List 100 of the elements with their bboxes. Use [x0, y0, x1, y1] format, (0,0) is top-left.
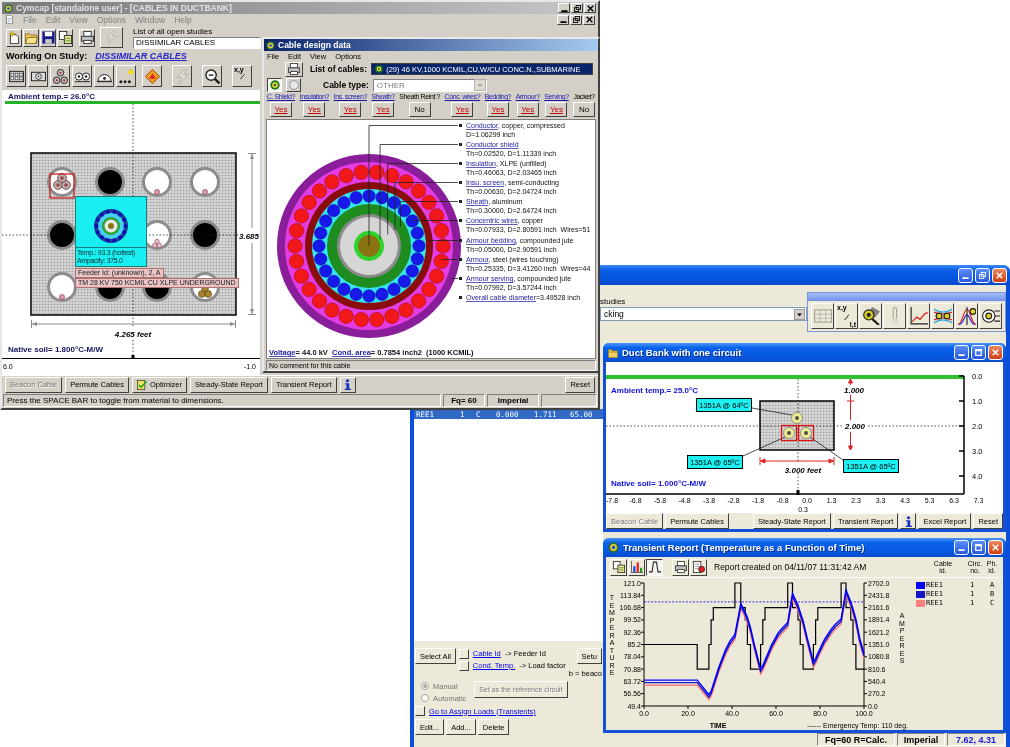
ring-icon — [266, 40, 275, 50]
print-button[interactable] — [672, 558, 689, 576]
slash-icon — [239, 74, 245, 80]
units-status: Imperial — [487, 394, 539, 407]
zoom-button[interactable] — [202, 65, 222, 87]
study-field[interactable]: DISSIMILAR CABLES — [133, 36, 261, 49]
component-toggle[interactable]: Yes — [303, 102, 326, 117]
ambient-temperature: Ambient temp.= 26.0°C — [8, 92, 95, 101]
print-button[interactable] — [285, 61, 303, 77]
warning-button[interactable] — [142, 65, 162, 87]
minimize-button[interactable] — [558, 3, 570, 13]
armour-wire — [398, 174, 414, 190]
distribution-button[interactable] — [955, 303, 978, 329]
field-lines-button[interactable] — [931, 303, 954, 329]
pulse-icon — [648, 561, 661, 573]
view-toggle[interactable] — [267, 78, 282, 92]
restore-button[interactable] — [571, 3, 583, 13]
cursor-coordinates: 7.62, 4.31 — [947, 733, 1005, 746]
new-button[interactable] — [6, 28, 22, 47]
cable-magnifier-icon — [861, 307, 880, 325]
component-toggle[interactable]: Yes — [339, 102, 362, 117]
window-title: Duct Bank with one circuit — [622, 347, 742, 358]
line-chart-icon — [909, 307, 928, 325]
bars-button[interactable] — [628, 558, 645, 576]
concentric-wire — [319, 214, 333, 228]
probe-button[interactable] — [859, 303, 882, 329]
frequency-status: Fq= 60 — [443, 394, 485, 407]
toggle-button[interactable] — [458, 660, 469, 671]
concentric-wire — [410, 226, 424, 240]
restore-button[interactable] — [570, 14, 582, 25]
ambient-temperature: Ambient temp.= 25.0°C — [611, 386, 698, 395]
print-button[interactable] — [79, 28, 95, 47]
component-toggle[interactable]: Yes — [269, 102, 292, 117]
armour-wire — [353, 164, 369, 180]
close-icon — [586, 4, 594, 12]
caret-icon — [473, 79, 486, 91]
lightning-icon — [174, 68, 190, 84]
list-label: List of cables: — [310, 64, 368, 74]
pair-button[interactable] — [72, 65, 92, 87]
study-dropdown[interactable]: cking — [600, 307, 807, 321]
copy-button[interactable] — [610, 558, 627, 576]
study-link[interactable]: DISSIMILAR CABLES — [95, 51, 187, 61]
component-toggle[interactable]: Yes — [372, 102, 395, 117]
toggle-button[interactable] — [415, 706, 425, 716]
armour-wire — [421, 282, 437, 297]
leader-line — [809, 436, 844, 461]
component-toggle[interactable]: Yes — [516, 102, 539, 117]
bullet-icon — [459, 124, 462, 127]
armour-wire — [293, 208, 309, 224]
toggle-button[interactable] — [458, 648, 469, 659]
half-button[interactable] — [94, 65, 114, 87]
grid-icon — [8, 68, 24, 84]
save-icon — [41, 31, 55, 44]
armour-wire — [312, 293, 327, 309]
maximize-button[interactable] — [971, 540, 986, 555]
preview-button[interactable] — [690, 558, 707, 576]
info-button[interactable] — [900, 513, 917, 529]
component-toggle[interactable]: Yes — [545, 102, 568, 117]
bullet-icon — [459, 239, 462, 242]
trefoil-button[interactable] — [50, 65, 70, 87]
component-toggle[interactable]: No — [573, 102, 596, 117]
armour-wire — [435, 238, 451, 254]
maximize-button[interactable] — [971, 345, 986, 360]
pulse-button[interactable] — [646, 558, 663, 576]
concentric-wire — [375, 287, 389, 301]
leader-line — [441, 259, 459, 260]
dots-button[interactable] — [116, 65, 136, 87]
depth-label: 1.000 — [844, 386, 864, 395]
status-message: Press the SPACE BAR to toggle from material to dimensions. — [3, 394, 441, 407]
concentric-wire — [387, 282, 401, 296]
units-status: Imperial — [897, 733, 945, 746]
cable-terminal-button[interactable] — [979, 303, 1002, 329]
copy-button[interactable] — [57, 28, 73, 47]
spacing-label: 2.000 — [845, 422, 865, 431]
close-button[interactable] — [583, 14, 595, 25]
component-toggle[interactable]: Yes — [486, 102, 509, 117]
component-toggle[interactable]: No — [408, 102, 431, 117]
armour-wire — [293, 268, 309, 284]
maximize-icon — [975, 544, 982, 551]
open-studies-label: List of all open studies — [133, 26, 214, 36]
circle-icon — [288, 80, 299, 90]
info-button[interactable] — [339, 376, 356, 393]
save-button[interactable] — [40, 28, 56, 47]
concentric-wire — [314, 226, 328, 240]
minimize-button[interactable] — [557, 14, 569, 25]
armour-wire — [289, 223, 305, 239]
checkmark-icon — [136, 379, 147, 390]
close-button[interactable] — [584, 3, 596, 13]
concentric-wire — [319, 264, 333, 278]
line-chart-button[interactable] — [907, 303, 930, 329]
document-badge-icon — [692, 561, 705, 573]
warning-icon — [144, 68, 160, 84]
concentric-wire — [349, 191, 363, 205]
ductbank-button[interactable] — [6, 65, 26, 87]
leader-line — [450, 278, 459, 279]
concentric-wire — [405, 214, 419, 228]
cable-group-icon — [52, 68, 68, 84]
duct-button[interactable] — [28, 65, 48, 87]
component-toggle[interactable]: Yes — [451, 102, 474, 117]
open-button[interactable] — [23, 28, 39, 47]
